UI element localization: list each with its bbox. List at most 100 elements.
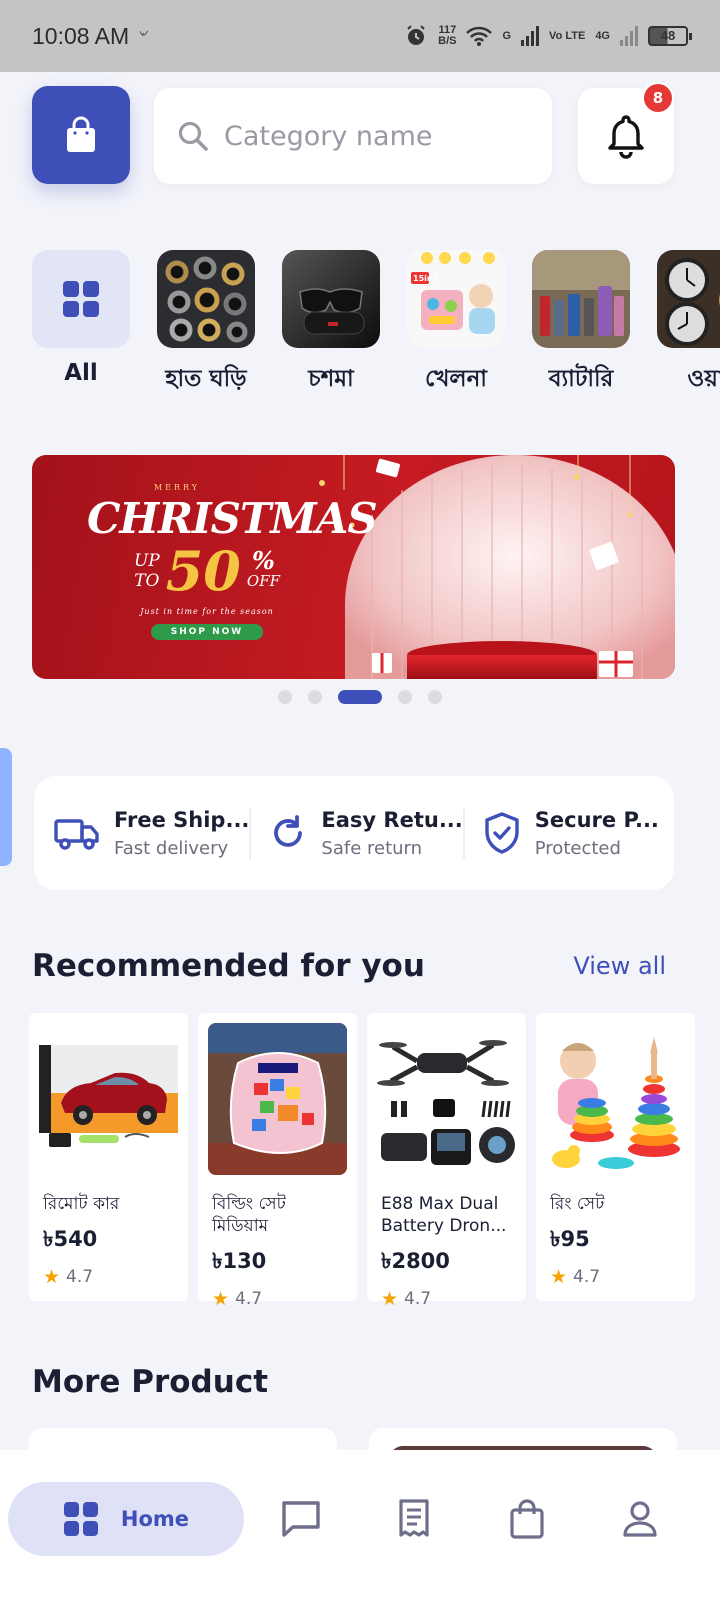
view-all-link[interactable]: View all: [573, 952, 666, 980]
carousel-dot[interactable]: [428, 690, 442, 704]
product-image: [39, 1023, 178, 1175]
category-label: All: [64, 360, 98, 386]
carousel-dot[interactable]: [398, 690, 412, 704]
category-all[interactable]: All: [32, 250, 130, 399]
feature-title: Easy Retu...: [321, 807, 463, 832]
grid-icon: [63, 281, 99, 317]
network-type-volte: Vo LTE: [549, 29, 586, 42]
category-watch[interactable]: হাত ঘড়ি: [157, 250, 255, 399]
toy-image: 15in1: [407, 250, 505, 348]
feature-subtitle: Safe return: [321, 837, 423, 859]
battery-icon: 48: [648, 26, 692, 46]
nav-home[interactable]: Home: [8, 1482, 244, 1556]
product-name: বিল্ডিং সেট মিডিয়াম: [212, 1194, 286, 1236]
nav-profile[interactable]: [583, 1499, 696, 1539]
alarm-icon: [407, 25, 425, 45]
product-image: [377, 1023, 516, 1175]
banner-tagline: Just in time for the season: [140, 607, 274, 616]
rating-value: 4.7: [573, 1267, 601, 1287]
promo-banner[interactable]: MERRY CHRISTMAS UP TO 50 % OFF Just in t…: [32, 455, 675, 679]
category-label: চশমা: [308, 366, 354, 392]
category-label: ওয়া: [687, 366, 720, 392]
product-name: রিমোট কার: [43, 1194, 120, 1214]
net-speed-unit: B/S: [438, 35, 457, 47]
carousel-dot[interactable]: [278, 690, 292, 704]
category-list: All হাত ঘড়ি চশমা 15in1 খেলনা ব্যাটারি ও…: [32, 250, 720, 399]
category-label: হাত ঘড়ি: [165, 366, 247, 392]
chat-icon: [281, 1501, 320, 1537]
watch-image: [157, 250, 255, 348]
product-rating: ★ 4.7: [546, 1266, 685, 1288]
feature-subtitle: Fast delivery: [114, 837, 229, 859]
side-drawer-handle[interactable]: [0, 748, 12, 866]
nav-messages[interactable]: [244, 1499, 357, 1539]
bag-icon: [509, 1499, 544, 1539]
star-icon: ★: [212, 1288, 230, 1310]
product-name: রিং সেট: [550, 1194, 605, 1214]
home-grid-icon: [63, 1502, 98, 1536]
product-card[interactable]: বিল্ডিং সেট মিডিয়াম ৳130 ★ 4.7: [198, 1013, 357, 1310]
category-battery[interactable]: ব্যাটারি: [532, 250, 630, 399]
network-type-4g: 4G: [595, 29, 610, 42]
product-price: ৳540: [43, 1227, 98, 1251]
sunglasses-image: [282, 250, 380, 348]
rating-value: 4.7: [235, 1289, 263, 1309]
orders-icon: [398, 1499, 429, 1537]
nav-cart[interactable]: [470, 1498, 583, 1540]
banner-off: OFF: [246, 572, 281, 590]
product-card[interactable]: রিং সেট ৳95 ★ 4.7: [536, 1013, 695, 1301]
whatsapp-notification-icon: ৺: [137, 25, 147, 45]
net-speed: 117 B/S: [438, 25, 456, 47]
search-bar[interactable]: [154, 88, 552, 184]
truck-icon: [54, 819, 99, 850]
wifi-icon: [466, 26, 493, 46]
product-image: [208, 1023, 347, 1175]
bottom-navigation: Home: [0, 1450, 720, 1600]
product-card[interactable]: রিমোট কার ৳540 ★ 4.7: [29, 1013, 188, 1301]
shopping-bag-icon: [67, 116, 95, 152]
category-glasses[interactable]: চশমা: [282, 250, 380, 399]
star-icon: ★: [43, 1266, 61, 1288]
shop-bag-button[interactable]: [32, 86, 130, 184]
feature-title: Free Ship...: [114, 807, 250, 832]
feature-secure-payment: Secure P... Protected: [462, 807, 659, 859]
more-products-title: More Product: [32, 1364, 269, 1400]
feature-easy-return: Easy Retu... Safe return: [249, 807, 463, 859]
recommended-title: Recommended for you: [32, 948, 425, 984]
banner-up: UP: [133, 551, 160, 571]
feature-strip: Free Ship... Fast delivery Easy Retu... …: [34, 776, 674, 890]
category-wall-clock[interactable]: ওয়া: [657, 250, 720, 399]
carousel-indicator: [0, 690, 720, 704]
feature-free-shipping: Free Ship... Fast delivery: [54, 808, 249, 859]
profile-icon: [622, 1501, 657, 1537]
recommended-products: রিমোট কার ৳540 ★ 4.7 বিল্ডিং সেট মিডিয়াম…: [29, 1013, 695, 1310]
bell-icon: [608, 115, 644, 159]
notification-button[interactable]: 8: [578, 82, 674, 184]
product-price: ৳2800: [381, 1249, 450, 1273]
nav-orders[interactable]: [357, 1497, 470, 1541]
status-time: 10:08 AM: [32, 22, 130, 49]
nav-home-label: Home: [120, 1507, 190, 1531]
product-card[interactable]: E88 Max Dual Battery Dron... ৳2800 ★ 4.7: [367, 1013, 526, 1310]
category-toys[interactable]: 15in1 খেলনা: [407, 250, 505, 399]
star-icon: ★: [381, 1288, 399, 1310]
shield-check-icon: [485, 812, 519, 854]
search-input[interactable]: [224, 120, 544, 152]
feature-title: Secure P...: [534, 807, 659, 832]
carousel-dot[interactable]: [308, 690, 322, 704]
status-icons: 117 B/S G Vo LTE 4G 48: [404, 24, 692, 48]
product-name: E88 Max Dual Battery Dron...: [381, 1194, 507, 1236]
banner-percent: 50: [165, 539, 241, 603]
banner-kicker: MERRY: [153, 483, 201, 492]
notification-count-badge: 8: [642, 82, 674, 114]
star-icon: ★: [550, 1266, 568, 1288]
product-price: ৳130: [212, 1249, 267, 1273]
signal-icon-2: [620, 26, 638, 46]
carousel-dot-active[interactable]: [338, 690, 382, 704]
category-label: ব্যাটারি: [548, 366, 614, 392]
wall-clock-image: [657, 250, 720, 348]
banner-shop-now-button[interactable]: SHOP NOW: [150, 624, 264, 640]
search-icon: [178, 121, 208, 151]
status-bar: 10:08 AM ৺ 117 B/S G Vo LTE 4G 48: [0, 0, 720, 72]
network-type-g: G: [502, 29, 512, 42]
